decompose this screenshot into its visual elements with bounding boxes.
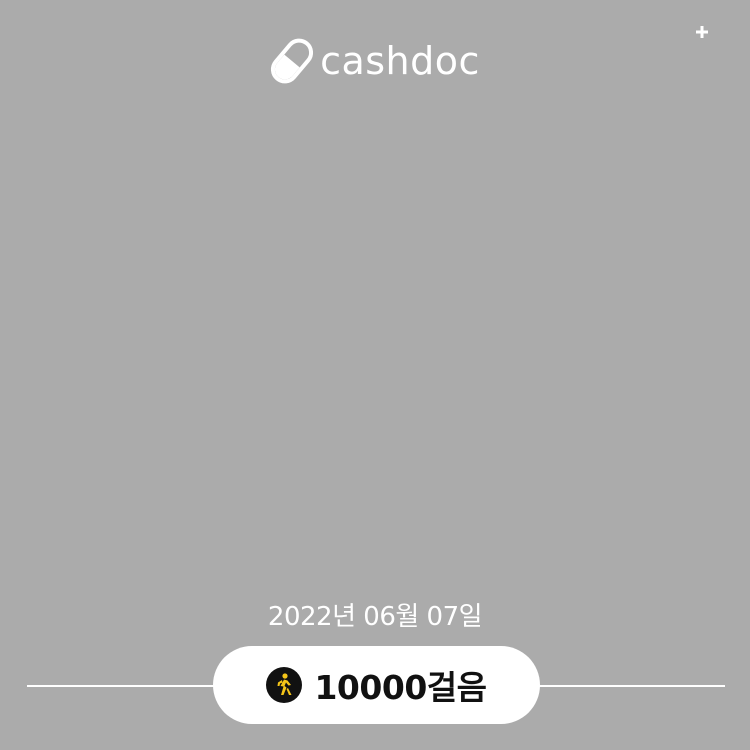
plus-icon	[696, 26, 708, 38]
brand-wordmark: cashdoc	[320, 39, 480, 83]
share-card: cashdoc 2022년 06월 07일 10000걸음	[0, 0, 750, 750]
walking-person-icon	[266, 667, 303, 703]
steps-badge: 10000걸음	[213, 646, 540, 724]
divider-right	[535, 685, 725, 687]
pill-icon	[270, 36, 314, 86]
steps-count: 10000걸음	[314, 668, 487, 707]
divider-left	[27, 685, 217, 687]
brand-logo: cashdoc	[0, 26, 750, 86]
record-date: 2022년 06월 07일	[267, 602, 483, 632]
steps-unit: 걸음	[426, 668, 487, 707]
